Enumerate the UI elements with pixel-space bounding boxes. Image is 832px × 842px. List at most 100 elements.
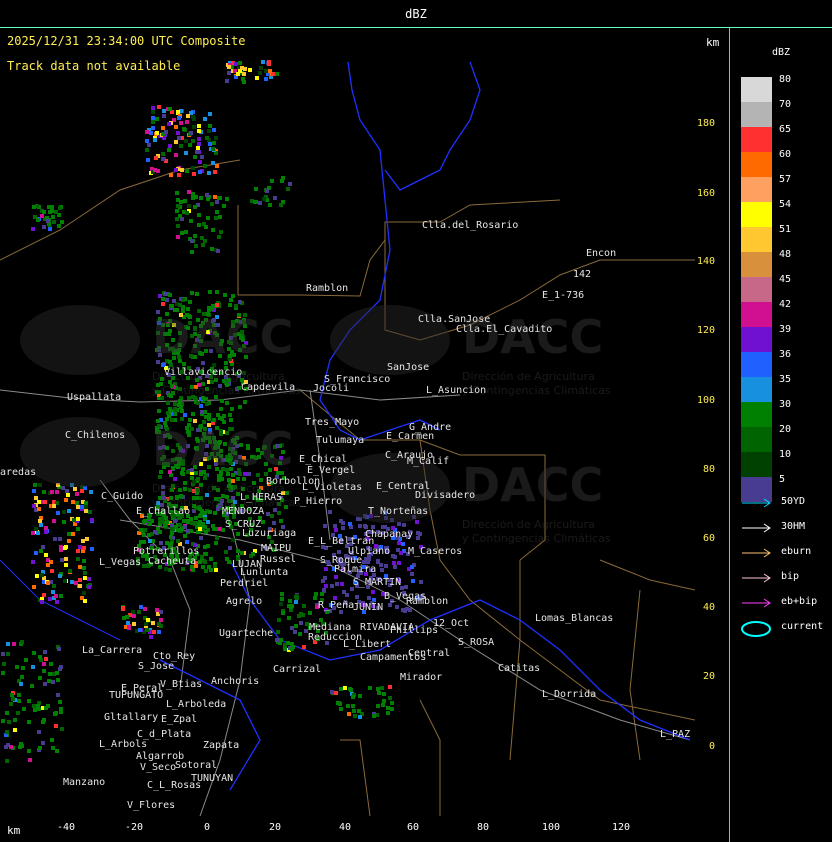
radar-echo-cell (38, 746, 42, 750)
radar-echo-cell (192, 125, 196, 129)
place-label: Jocoli (313, 383, 350, 394)
place-label: C_L_Rosas (147, 780, 202, 791)
radar-echo-cell (32, 651, 36, 655)
radar-echo-cell (290, 626, 294, 630)
radar-echo-cell (204, 530, 208, 534)
radar-echo-cell (190, 521, 194, 525)
radar-echo-cell (298, 632, 302, 636)
radar-echo-cell (10, 693, 14, 697)
radar-echo-cell (220, 399, 224, 403)
radar-echo-cell (205, 193, 209, 197)
radar-echo-cell (188, 143, 192, 147)
radar-echo-cell (51, 746, 55, 750)
radar-echo-cell (173, 519, 177, 523)
radar-echo-cell (183, 534, 187, 538)
radar-echo-cell (90, 547, 94, 551)
radar-echo-cell (151, 621, 155, 625)
radar-echo-cell (15, 665, 19, 669)
legend-swatch (741, 227, 772, 252)
radar-echo-cell (154, 156, 158, 160)
radar-echo-cell (40, 600, 44, 604)
watermark-line2: y Contingencias Climáticas (462, 532, 611, 545)
place-label: E_Chical (299, 454, 348, 465)
radar-echo-cell (204, 225, 208, 229)
radar-echo-cell (76, 527, 80, 531)
legend-level-label: 30 (779, 399, 792, 410)
radar-echo-cell (215, 164, 219, 168)
radar-echo-cell (265, 189, 269, 193)
radar-echo-cell (132, 614, 136, 618)
radar-echo-cell (55, 671, 59, 675)
radar-echo-cell (156, 169, 160, 173)
radar-echo-cell (145, 148, 149, 152)
radar-echo-cell (52, 504, 56, 508)
radar-echo-cell (42, 593, 46, 597)
radar-echo-cell (44, 526, 48, 530)
place-label: E_Zpal (161, 714, 198, 725)
radar-echo-cell (44, 530, 48, 534)
radar-echo-cell (36, 218, 40, 222)
place-label: L_Vegas (99, 557, 142, 568)
radar-echo-cell (184, 151, 188, 155)
radar-echo-cell (82, 566, 86, 570)
radar-echo-cell (151, 110, 155, 114)
radar-echo-cell (294, 600, 298, 604)
y-tick-label: 80 (703, 464, 716, 475)
radar-echo-cell (17, 699, 21, 703)
radar-echo-cell (191, 139, 195, 143)
radar-echo-cell (158, 530, 162, 534)
legend-level-label: 42 (779, 299, 792, 310)
radar-echo-cell (30, 684, 34, 688)
radar-echo-cell (262, 197, 266, 201)
place-label: L_Violetas (302, 482, 363, 493)
radar-echo-cell (54, 210, 58, 214)
radar-echo-cell (206, 216, 210, 220)
radar-echo-cell (302, 604, 306, 608)
radar-echo-cell (299, 612, 303, 616)
radar-echo-cell (382, 692, 386, 696)
place-label: L_Arboleda (166, 699, 227, 710)
radar-echo-cell (51, 215, 55, 219)
radar-echo-cell (335, 582, 339, 586)
legend-track-label: 50YD (781, 496, 806, 507)
radar-echo-cell (168, 144, 172, 148)
radar-echo-cell (185, 540, 189, 544)
radar-echo-cell (194, 195, 198, 199)
radar-echo-cell (162, 109, 166, 113)
radar-echo-cell (367, 596, 371, 600)
radar-echo-cell (177, 528, 181, 532)
radar-echo-cell (280, 597, 284, 601)
radar-echo-cell (64, 563, 68, 567)
legend-swatch (741, 427, 772, 452)
radar-echo-cell (12, 642, 16, 646)
radar-echo-cell (159, 541, 163, 545)
radar-echo-cell (47, 205, 51, 209)
radar-echo-cell (163, 524, 167, 528)
radar-echo-cell (273, 196, 277, 200)
radar-echo-cell (175, 209, 179, 213)
radar-echo-cell (56, 511, 60, 515)
radar-echo-cell (234, 62, 238, 66)
radar-echo-cell (388, 696, 392, 700)
radar-echo-cell (201, 522, 205, 526)
y-tick-label: 60 (703, 533, 716, 544)
place-label: Luzuriaga (242, 528, 297, 539)
track-arrow-icon (740, 547, 780, 559)
radar-echo-cell (145, 130, 149, 134)
radar-echo-cell (324, 567, 328, 571)
radar-echo-cell (390, 701, 394, 705)
radar-echo-cell (219, 407, 223, 411)
y-axis-unit: km (706, 36, 720, 49)
radar-echo-cell (185, 519, 189, 523)
radar-echo-cell (210, 202, 214, 206)
radar-echo-cell (145, 139, 149, 143)
radar-echo-cell (159, 610, 163, 614)
radar-echo-cell (143, 528, 147, 532)
radar-echo-cell (179, 200, 183, 204)
radar-echo-cell (231, 538, 235, 542)
radar-echo-cell (82, 546, 86, 550)
radar-echo-cell (149, 635, 153, 639)
radar-echo-cell (27, 749, 31, 753)
place-label: Central (408, 648, 451, 659)
radar-echo-cell (198, 170, 202, 174)
